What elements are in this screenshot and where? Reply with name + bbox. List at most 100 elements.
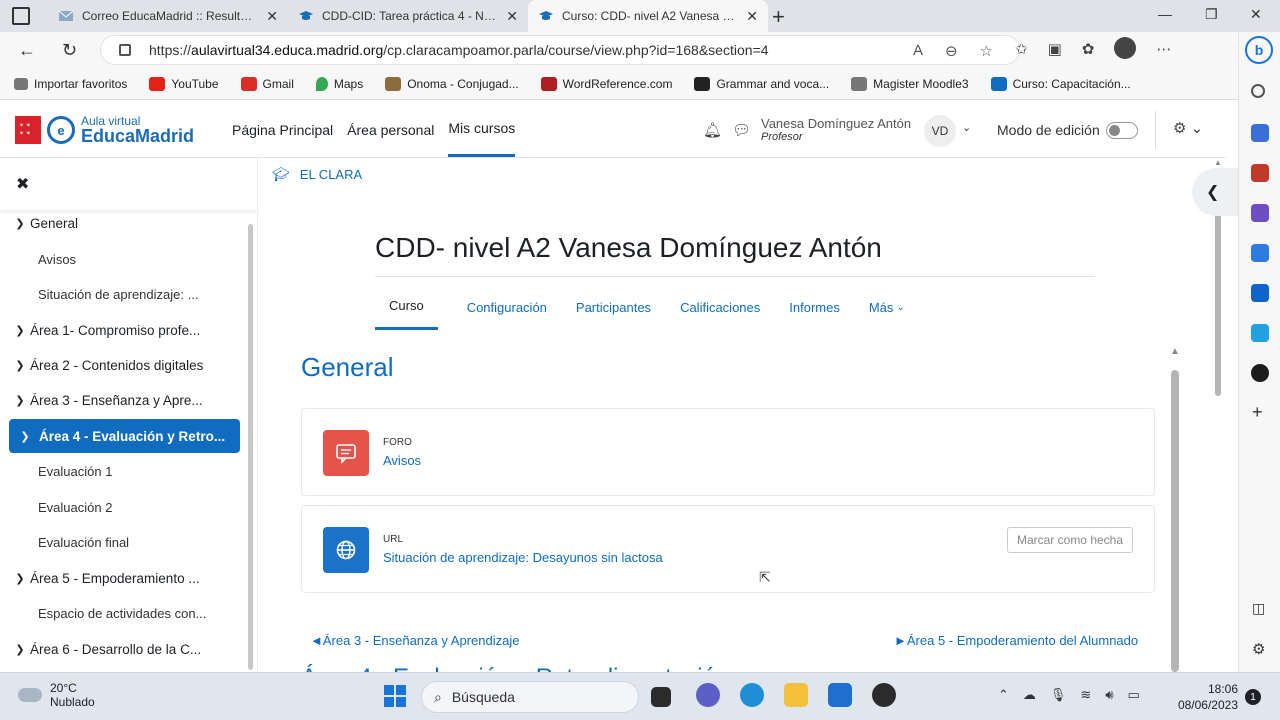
obs-icon[interactable] (872, 683, 896, 707)
course-index-section-area3[interactable]: ❯ Área 3 - Enseñanza y Apre... (0, 383, 240, 417)
favorite-star-icon[interactable]: ☆ (980, 42, 993, 60)
chat-icon[interactable]: 💬︎ (732, 121, 751, 139)
bookmark-wordreference[interactable]: WordReference.com (540, 76, 672, 91)
tab-close-icon[interactable]: ✕ (266, 8, 278, 25)
system-clock[interactable]: 18:06 08/06/2023 (1172, 681, 1238, 713)
course-index-section-area4[interactable]: ❯ Área 4 - Evaluación y Retro... (9, 419, 240, 453)
task-view-icon[interactable] (651, 687, 671, 707)
favorites-icon[interactable]: ✩ (1015, 40, 1028, 59)
user-info[interactable]: Vanesa Domínguez Antón Profesor (761, 116, 911, 143)
copilot-icon[interactable] (1251, 364, 1269, 382)
bookmark-gmail[interactable]: Gmail (240, 76, 294, 91)
bookmark-curso[interactable]: Curso: Capacitación... (990, 76, 1131, 91)
open-block-drawer-button[interactable]: ❮ (1192, 168, 1238, 216)
microsoft-store-icon[interactable] (828, 683, 852, 707)
tab-reports[interactable]: Informes (789, 284, 840, 330)
course-index-activity[interactable]: Evaluación final (0, 525, 240, 559)
chevron-down-icon[interactable]: ❯ (0, 359, 30, 372)
page-scroll-up-icon[interactable]: ▲ (1214, 158, 1222, 167)
chevron-down-icon[interactable]: ❯ (0, 572, 30, 585)
scroll-up-arrow-icon[interactable]: ▲ (1170, 346, 1180, 357)
course-index-section-area2[interactable]: ❯ Área 2 - Contenidos digitales (0, 348, 240, 382)
edge-browser-icon[interactable] (740, 683, 764, 707)
collections-icon[interactable]: ▣ (1048, 40, 1062, 59)
onedrive-cloud-icon[interactable]: ☁ (1023, 687, 1036, 703)
add-icon[interactable]: + (1252, 402, 1263, 423)
chevron-down-icon[interactable]: ⌄ (962, 121, 971, 134)
minimize-icon[interactable]: — (1158, 6, 1172, 22)
shopping-icon[interactable] (1251, 124, 1269, 142)
educamadrid-logo[interactable]: e Aula virtual EducaMadrid (15, 115, 194, 145)
accessibility-gear-icon[interactable]: ⚙ ⌄ (1173, 119, 1203, 137)
close-drawer-icon[interactable]: ✖ (16, 174, 29, 194)
split-screen-icon[interactable]: ◫ (1252, 600, 1265, 617)
bookmark-maps[interactable]: Maps (315, 76, 363, 91)
mark-as-done-button[interactable]: Marcar como hecha (1007, 527, 1133, 553)
weather-widget[interactable]: 20°C Nublado (18, 681, 95, 710)
course-index-section-area6[interactable]: ❯ Área 6 - Desarrollo de la C... (0, 632, 240, 666)
extensions-icon[interactable]: ✿ (1082, 40, 1095, 59)
taskbar-search[interactable]: ⌕ Búsqueda (421, 681, 639, 713)
tab-close-icon[interactable]: ✕ (746, 8, 758, 25)
tab-close-icon[interactable]: ✕ (506, 8, 518, 25)
bookmark-onoma[interactable]: Onoma - Conjugad... (385, 76, 519, 91)
maximize-icon[interactable]: ❐ (1205, 6, 1218, 23)
activity-link[interactable]: Situación de aprendizaje: Desayunos sin … (383, 550, 663, 565)
bookmark-magister[interactable]: Magister Moodle3 (851, 76, 969, 91)
url-field[interactable]: https://aulavirtual34.educa.madrid.org/c… (100, 35, 1020, 65)
file-explorer-icon[interactable] (784, 683, 808, 707)
course-index-section-area1[interactable]: ❯ Área 1- Compromiso profe... (0, 313, 240, 347)
notification-badge[interactable]: 1 (1245, 689, 1261, 705)
course-index-activity[interactable]: Avisos (0, 242, 240, 276)
tab-course[interactable]: Curso (375, 284, 438, 330)
browser-tab-task[interactable]: CDD-CID: Tarea práctica 4 - Nivel ✕ (288, 0, 528, 32)
tab-settings[interactable]: Configuración (467, 284, 547, 330)
reload-icon[interactable]: ↻ (62, 40, 77, 61)
window-close-icon[interactable]: ✕ (1250, 6, 1262, 23)
browser-tab-course[interactable]: Curso: CDD- nivel A2 Vanesa Dor ✕ (528, 0, 768, 32)
tab-more[interactable]: Más ⌄ (869, 284, 905, 330)
new-tab-icon[interactable]: + (772, 4, 785, 30)
previous-section-link[interactable]: ◄Área 3 - Enseñanza y Aprendizaje (310, 633, 519, 648)
chevron-down-icon[interactable]: ❯ (0, 217, 30, 230)
nav-my-courses[interactable]: Mis cursos (448, 101, 516, 157)
outlook-icon[interactable] (1251, 284, 1269, 302)
more-menu-icon[interactable]: ⋯ (1156, 40, 1171, 59)
next-section-link[interactable]: ►Área 5 - Empoderamiento del Alumnado (894, 633, 1138, 648)
lock-icon[interactable] (119, 44, 131, 56)
bing-icon[interactable]: b (1245, 36, 1273, 64)
back-icon[interactable]: ← (18, 40, 36, 61)
search-icon[interactable] (1251, 84, 1265, 98)
tab-grades[interactable]: Calificaciones (680, 284, 760, 330)
chevron-down-icon[interactable]: ❯ (0, 324, 30, 337)
zoom-icon[interactable]: ⊖ (945, 42, 958, 60)
settings-gear-icon[interactable]: ⚙ (1252, 640, 1265, 658)
bookmark-import[interactable]: Importar favoritos (14, 77, 127, 91)
office-icon[interactable] (1251, 244, 1269, 262)
course-index-activity[interactable]: Evaluación 2 (0, 490, 240, 524)
course-index-activity[interactable]: Situación de aprendizaje: ... (0, 277, 240, 311)
breadcrumb-category[interactable]: EL CLARA (300, 167, 362, 182)
tab-actions-icon[interactable] (12, 7, 30, 25)
chevron-down-icon[interactable]: ❯ (9, 430, 39, 443)
edit-mode-toggle[interactable] (1106, 122, 1138, 139)
games-icon[interactable] (1251, 204, 1269, 222)
bookmark-youtube[interactable]: YouTube (149, 76, 219, 91)
volume-icon[interactable]: 🔊︎ (1105, 687, 1113, 703)
bell-icon[interactable]: 🔔︎ (703, 121, 722, 139)
drop-icon[interactable] (1251, 324, 1269, 342)
read-aloud-icon[interactable]: A (913, 42, 923, 60)
course-index-activity[interactable]: Espacio de actividades con... (0, 596, 240, 630)
windows-start-icon[interactable] (384, 685, 406, 707)
chevron-down-icon[interactable]: ❯ (0, 643, 30, 656)
profile-avatar-icon[interactable] (1114, 37, 1137, 59)
browser-tab-mail[interactable]: Correo EducaMadrid :: Resultado ✕ (48, 0, 288, 32)
tools-icon[interactable] (1251, 164, 1269, 182)
course-index-section-general[interactable]: ❯ General (0, 206, 240, 240)
chevron-up-icon[interactable]: ⌃ (998, 687, 1009, 703)
avatar[interactable]: VD (924, 115, 956, 147)
drawer-scrollbar[interactable] (248, 224, 253, 670)
microphone-icon[interactable]: 🎙︎ (1050, 687, 1067, 703)
content-scrollbar[interactable] (1171, 370, 1179, 672)
tab-participants[interactable]: Participantes (576, 284, 651, 330)
